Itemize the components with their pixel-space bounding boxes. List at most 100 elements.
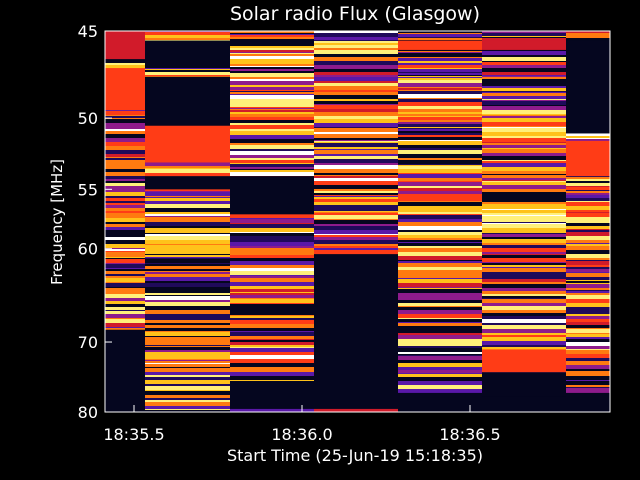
- spectrogram-cell: [145, 201, 230, 204]
- spectrogram-cell: [482, 272, 566, 276]
- spectrogram-cell: [398, 76, 482, 77]
- spectrogram-cell: [482, 116, 566, 118]
- y-tick-label: 45: [78, 22, 98, 41]
- spectrogram-cell: [145, 368, 230, 372]
- spectrogram-cell: [105, 129, 145, 131]
- spectrogram-cell: [230, 367, 314, 368]
- spectrogram-cell: [105, 318, 145, 319]
- y-axis-label: Frequency [MHz]: [48, 159, 66, 285]
- spectrogram-cell: [314, 41, 398, 43]
- spectrogram-cell: [482, 296, 566, 298]
- spectrogram-cell: [230, 33, 314, 34]
- spectrogram-cell: [566, 260, 610, 261]
- spectrogram-cell: [314, 171, 398, 173]
- spectrogram-cell: [398, 51, 482, 52]
- spectrogram-cell: [145, 293, 230, 295]
- spectrogram-cell: [105, 141, 145, 142]
- spectrogram-cell: [566, 265, 610, 267]
- spectrogram-cell: [230, 289, 314, 291]
- spectrogram-cell: [105, 213, 145, 215]
- spectrogram-cell: [482, 313, 566, 316]
- spectrogram-cell: [482, 122, 566, 126]
- spectrogram-cell: [145, 244, 230, 245]
- spectrogram-cell: [482, 209, 566, 210]
- spectrogram-cell: [230, 167, 314, 169]
- spectrogram-cell: [482, 323, 566, 325]
- spectrogram-cell: [314, 185, 398, 189]
- spectrogram-cell: [314, 72, 398, 75]
- spectrogram-cell: [230, 99, 314, 102]
- x-axis-label: Start Time (25-Jun-19 15:18:35): [227, 446, 483, 465]
- spectrogram-cell: [566, 280, 610, 281]
- spectrogram-cell: [314, 43, 398, 45]
- spectrogram-cell: [145, 310, 230, 314]
- spectrogram-cell: [145, 364, 230, 367]
- spectrogram-cell: [314, 142, 398, 143]
- spectrogram-cell: [105, 314, 145, 318]
- spectrogram-cell: [314, 209, 398, 211]
- spectrogram-cell: [482, 106, 566, 110]
- spectrogram-cell: [566, 254, 610, 258]
- spectrogram-cell: [314, 86, 398, 90]
- spectrogram-cell: [482, 76, 566, 77]
- spectrogram-cell: [230, 60, 314, 61]
- spectrogram-cell: [230, 64, 314, 66]
- spectrogram-cell: [566, 329, 610, 333]
- spectrogram-cell: [398, 322, 482, 323]
- spectrogram-cell: [482, 263, 566, 265]
- spectrogram-cell: [105, 154, 145, 157]
- spectrogram-cell: [566, 325, 610, 328]
- spectrogram-cell: [482, 138, 566, 142]
- spectrogram-cell: [482, 167, 566, 171]
- spectrogram-cell: [566, 281, 610, 283]
- spectrogram-cell: [230, 291, 314, 292]
- spectrogram-cell: [398, 99, 482, 102]
- spectrogram-cell: [566, 284, 610, 288]
- spectrogram-cell: [105, 307, 145, 310]
- spectrogram-cell: [398, 346, 482, 348]
- spectrogram-cell: [398, 72, 482, 73]
- spectrogram-cell: [482, 149, 566, 153]
- spectrogram-cell: [145, 209, 230, 212]
- spectrogram-cell: [230, 316, 314, 318]
- spectrogram-cell: [482, 284, 566, 288]
- spectrogram-cell: [566, 314, 610, 316]
- spectrogram-cell: [398, 303, 482, 306]
- spectrogram-cell: [398, 65, 482, 67]
- spectrogram-cell: [398, 230, 482, 231]
- spectrogram-cell: [105, 259, 145, 263]
- spectrogram-cell: [105, 282, 145, 283]
- spectrogram-cell: [398, 84, 482, 87]
- spectrogram-cell: [398, 306, 482, 307]
- spectrogram-cell: [482, 99, 566, 100]
- spectrogram-cell: [105, 203, 145, 205]
- spectrogram-cell: [398, 270, 482, 274]
- spectrogram-cell: [566, 369, 610, 371]
- spectrogram-cell: [398, 377, 482, 381]
- spectrogram-cell: [398, 114, 482, 116]
- spectrogram-cell: [482, 193, 566, 197]
- spectrogram-cell: [482, 213, 566, 215]
- spectrogram-cell: [145, 70, 230, 72]
- spectrogram-cell: [230, 295, 314, 298]
- spectrogram-cell: [566, 267, 610, 269]
- spectrogram-cell: [398, 300, 482, 303]
- spectrogram-cell: [398, 318, 482, 319]
- spectrogram-cell: [145, 358, 230, 359]
- spectrogram-cell: [398, 53, 482, 57]
- spectrogram-cell: [145, 363, 230, 364]
- spectrogram-cell: [566, 229, 610, 230]
- spectrogram-cell: [566, 288, 610, 290]
- spectrogram-cell: [314, 197, 398, 199]
- spectrogram-cell: [314, 202, 398, 205]
- spectrogram-cell: [230, 254, 314, 255]
- spectrogram-cell: [482, 189, 566, 192]
- spectrogram-cell: [230, 102, 314, 104]
- spectrogram-cell: [314, 40, 398, 41]
- y-tick-label: 55: [78, 180, 98, 199]
- spectrogram-cell: [314, 244, 398, 246]
- spectrogram-cell: [314, 90, 398, 92]
- spectrogram-cell: [105, 265, 145, 268]
- spectrogram-cell: [566, 291, 610, 293]
- spectrogram-cell: [105, 323, 145, 327]
